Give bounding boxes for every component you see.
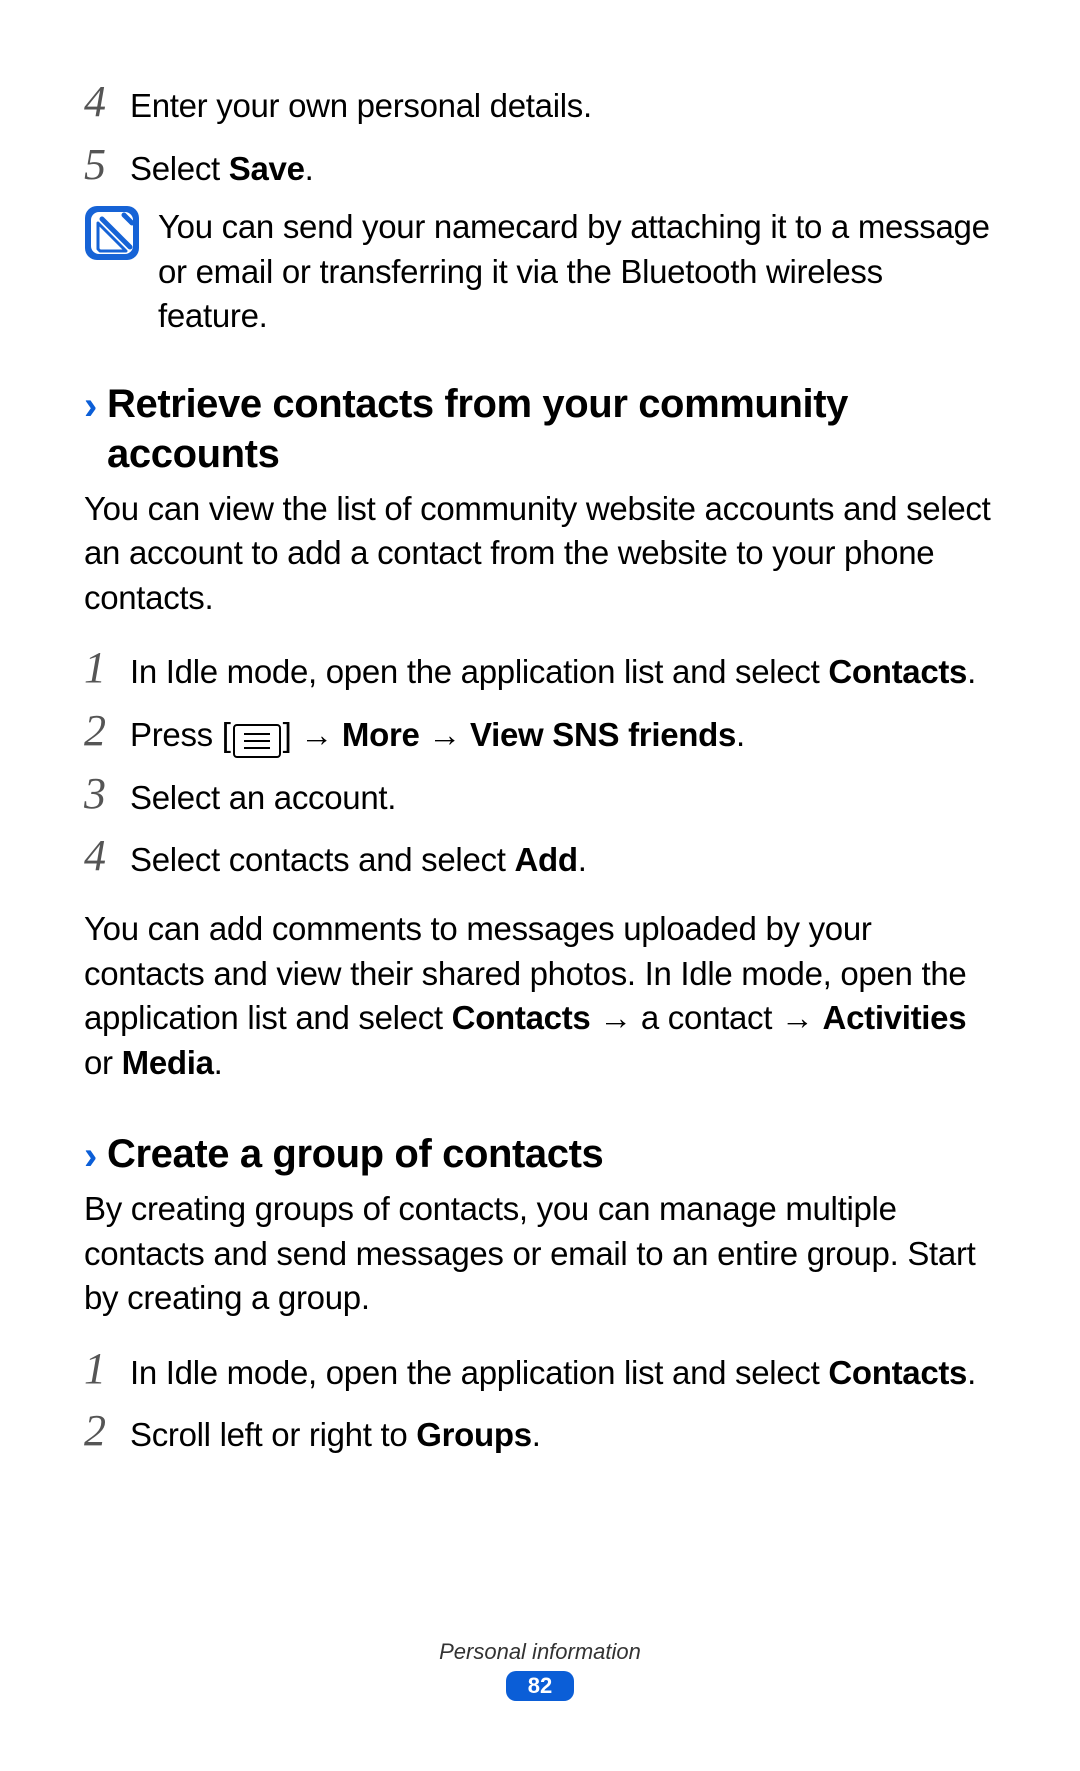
paragraph: By creating groups of contacts, you can … bbox=[84, 1187, 996, 1321]
paragraph: You can add comments to messages uploade… bbox=[84, 907, 996, 1085]
text-fragment: . bbox=[532, 1416, 541, 1453]
page: 4 Enter your own personal details. 5 Sel… bbox=[0, 0, 1080, 1771]
step-number: 4 bbox=[84, 832, 130, 878]
step-item: 4 Enter your own personal details. bbox=[84, 78, 996, 129]
step-number: 2 bbox=[84, 707, 130, 753]
chevron-icon: › bbox=[84, 1129, 97, 1179]
bold-text: Groups bbox=[416, 1416, 532, 1453]
text-fragment: Select bbox=[130, 150, 229, 187]
step-text: In Idle mode, open the application list … bbox=[130, 644, 996, 695]
step-item: 3 Select an account. bbox=[84, 770, 996, 821]
bold-text: More bbox=[342, 716, 420, 753]
note-callout: You can send your namecard by attaching … bbox=[84, 203, 996, 339]
step-item: 1 In Idle mode, open the application lis… bbox=[84, 1345, 996, 1396]
bold-text: View SNS friends bbox=[470, 716, 736, 753]
step-item: 1 In Idle mode, open the application lis… bbox=[84, 644, 996, 695]
text-fragment: . bbox=[736, 716, 745, 753]
text-fragment: . bbox=[967, 653, 976, 690]
step-text: Enter your own personal details. bbox=[130, 78, 996, 129]
text-fragment: . bbox=[967, 1354, 976, 1391]
text-fragment: In Idle mode, open the application list … bbox=[130, 653, 828, 690]
step-text: Select an account. bbox=[130, 770, 996, 821]
step-text: Scroll left or right to Groups. bbox=[130, 1407, 996, 1458]
step-item: 4 Select contacts and select Add. bbox=[84, 832, 996, 883]
step-number: 1 bbox=[84, 1345, 130, 1391]
step-text: In Idle mode, open the application list … bbox=[130, 1345, 996, 1396]
step-number: 3 bbox=[84, 770, 130, 816]
page-number-badge: 82 bbox=[506, 1671, 574, 1701]
content-area: 4 Enter your own personal details. 5 Sel… bbox=[84, 78, 996, 1458]
text-fragment: . bbox=[578, 841, 587, 878]
note-icon bbox=[84, 205, 140, 261]
step-item: 2 Press [ ] → More → View SNS friends. bbox=[84, 707, 996, 758]
step-item: 2 Scroll left or right to Groups. bbox=[84, 1407, 996, 1458]
text-fragment: or bbox=[84, 1044, 122, 1081]
text-fragment: In Idle mode, open the application list … bbox=[130, 1354, 828, 1391]
text-fragment: → bbox=[420, 716, 470, 753]
step-text: Select Save. bbox=[130, 141, 996, 192]
text-fragment: . bbox=[305, 150, 314, 187]
step-number: 4 bbox=[84, 78, 130, 124]
text-fragment: Select contacts and select bbox=[130, 841, 514, 878]
text-fragment: Scroll left or right to bbox=[130, 1416, 416, 1453]
step-number: 5 bbox=[84, 141, 130, 187]
text-fragment: ] → bbox=[283, 716, 342, 753]
bold-text: Contacts bbox=[828, 653, 967, 690]
note-text: You can send your namecard by attaching … bbox=[158, 203, 996, 339]
section-heading: › Retrieve contacts from your community … bbox=[84, 379, 996, 479]
bold-text: Media bbox=[122, 1044, 214, 1081]
step-item: 5 Select Save. bbox=[84, 141, 996, 192]
bold-text: Contacts bbox=[452, 999, 591, 1036]
menu-key-icon bbox=[233, 724, 281, 758]
text-fragment: → a contact → bbox=[590, 999, 822, 1036]
bold-text: Add bbox=[514, 841, 577, 878]
step-text: Select contacts and select Add. bbox=[130, 832, 996, 883]
step-number: 2 bbox=[84, 1407, 130, 1453]
bold-text: Contacts bbox=[828, 1354, 967, 1391]
paragraph: You can view the list of community websi… bbox=[84, 487, 996, 621]
text-fragment: Press [ bbox=[130, 716, 231, 753]
step-text: Press [ ] → More → View SNS friends. bbox=[130, 707, 996, 758]
page-footer: Personal information 82 bbox=[0, 1639, 1080, 1701]
bold-text: Save bbox=[229, 150, 305, 187]
text-fragment: . bbox=[214, 1044, 223, 1081]
heading-text: Create a group of contacts bbox=[107, 1129, 603, 1179]
chevron-icon: › bbox=[84, 379, 97, 429]
footer-section-name: Personal information bbox=[0, 1639, 1080, 1665]
step-number: 1 bbox=[84, 644, 130, 690]
bold-text: Activities bbox=[823, 999, 967, 1036]
section-heading: › Create a group of contacts bbox=[84, 1129, 996, 1179]
heading-text: Retrieve contacts from your community ac… bbox=[107, 379, 996, 479]
